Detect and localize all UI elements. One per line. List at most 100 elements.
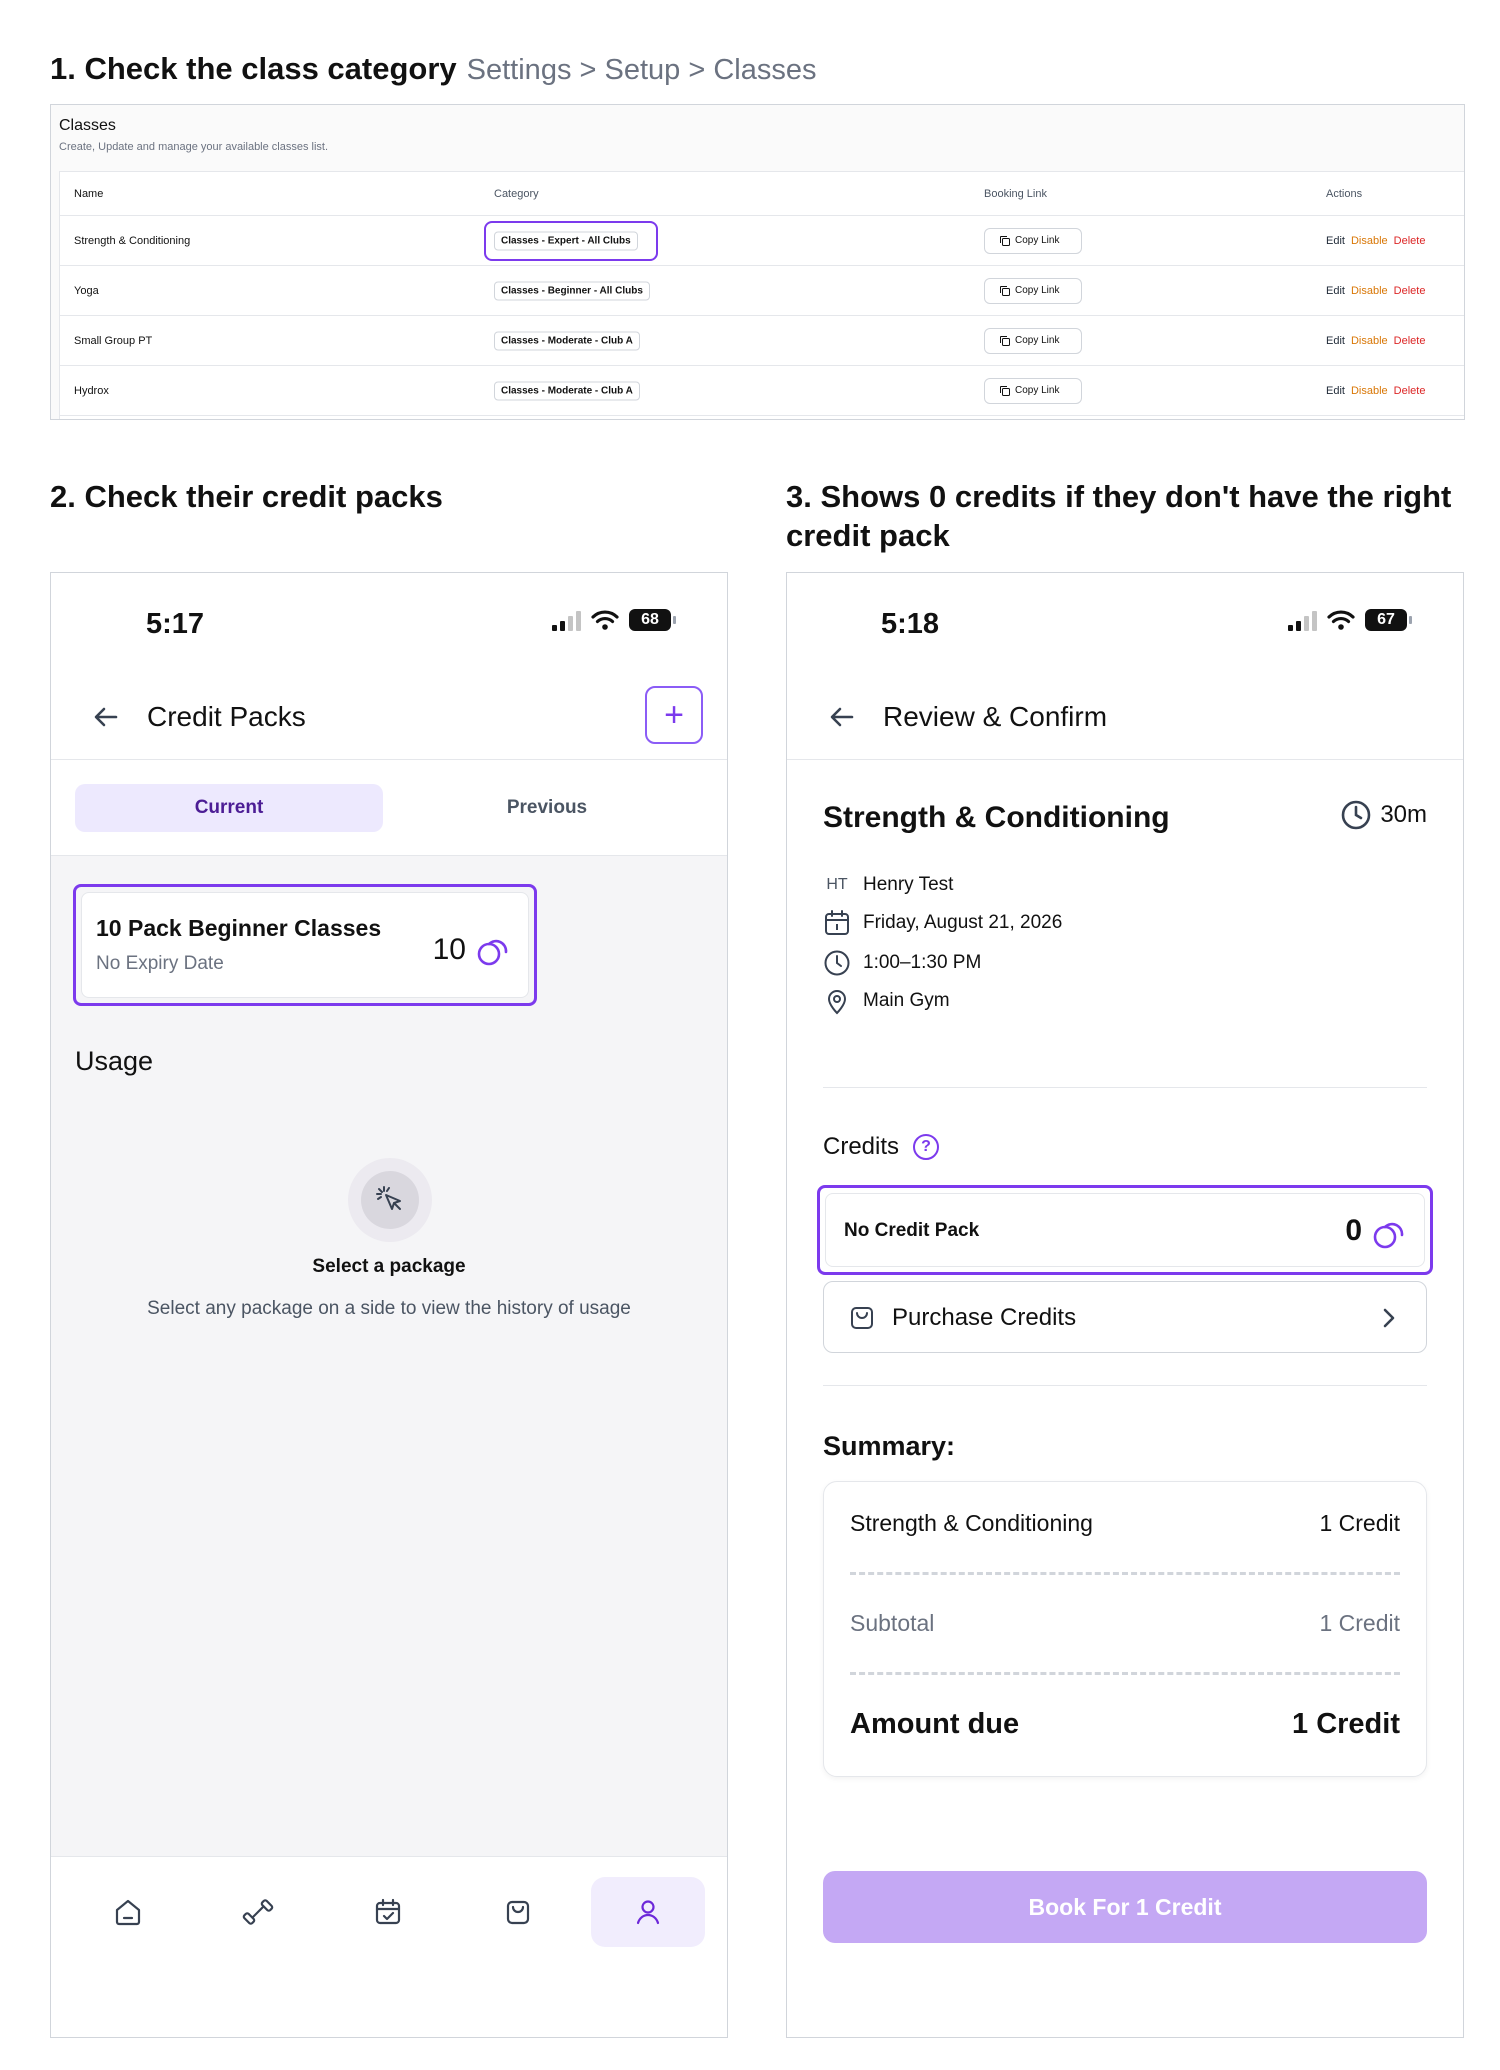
disable-link[interactable]: Disable: [1351, 385, 1388, 397]
disable-link[interactable]: Disable: [1351, 335, 1388, 347]
shopping-bag-icon: [506, 1900, 530, 1925]
column-header-actions: Actions: [1326, 187, 1363, 200]
status-time: 5:18: [881, 608, 940, 640]
location-pin-icon: [827, 990, 847, 1015]
step1-heading: 1. Check the class category Settings > Se…: [50, 50, 816, 89]
nav-home[interactable]: [71, 1877, 185, 1947]
review-confirm-phone: 5:18 67 Review & Confirm Strength & Cond…: [786, 572, 1464, 2038]
delete-link[interactable]: Delete: [1394, 285, 1426, 297]
section-divider: [823, 1087, 1427, 1088]
nav-shop[interactable]: [461, 1877, 575, 1947]
column-header-category: Category: [494, 187, 539, 200]
nav-profile[interactable]: [591, 1877, 705, 1947]
class-duration: 30m: [1340, 799, 1427, 831]
credit-coin-icon: [1373, 1222, 1404, 1249]
disable-link[interactable]: Disable: [1351, 285, 1388, 297]
copy-icon: [1000, 235, 1010, 246]
home-icon: [115, 1899, 141, 1926]
back-arrow-icon[interactable]: [827, 702, 857, 732]
amount-due-value: 1 Credit: [1292, 1708, 1400, 1740]
copy-link-button[interactable]: Copy Link: [984, 327, 1083, 354]
duration-value: 30m: [1380, 801, 1427, 828]
date-row: Friday, August 21, 2026: [823, 909, 1062, 937]
edit-link[interactable]: Edit: [1326, 235, 1345, 247]
classes-title: Classes: [59, 117, 116, 134]
table-row: Strength & Conditioning Classes - Expert…: [60, 216, 1464, 266]
empty-state-description: Select any package on a side to view the…: [147, 1298, 631, 1319]
copy-link-button[interactable]: Copy Link: [984, 377, 1083, 404]
subtotal-value: 1 Credit: [1319, 1610, 1400, 1636]
credit-coin-icon: [477, 939, 508, 966]
column-header-name: Name: [74, 187, 104, 200]
purchase-credits-button[interactable]: Purchase Credits: [823, 1281, 1427, 1353]
tab-previous[interactable]: Previous: [393, 784, 701, 832]
dashed-divider: [850, 1672, 1400, 1675]
classes-table: Name Category Booking Link Actions Stren…: [59, 171, 1464, 419]
clock-icon: [824, 950, 850, 976]
back-arrow-icon[interactable]: [91, 702, 121, 732]
time-row: 1:00–1:30 PM: [823, 949, 981, 977]
disable-link[interactable]: Disable: [1351, 235, 1388, 247]
add-credit-pack-button[interactable]: +: [645, 686, 703, 744]
book-button[interactable]: Book For 1 Credit: [823, 1871, 1427, 1943]
summary-card: Strength & Conditioning 1 Credit Subtota…: [823, 1481, 1427, 1777]
chevron-right-icon: [1383, 1308, 1395, 1328]
tab-current[interactable]: Current: [75, 784, 383, 832]
class-name: Strength & Conditioning: [74, 234, 191, 247]
table-row: Yoga Classes - Beginner - All Clubs Copy…: [60, 266, 1464, 316]
nav-workouts[interactable]: [201, 1877, 315, 1947]
subtotal-row: Subtotal 1 Credit: [850, 1610, 1400, 1637]
usage-title: Usage: [75, 1046, 154, 1076]
cursor-click-icon: [376, 1186, 401, 1210]
step1-title: 1. Check the class category: [50, 51, 457, 86]
attendee-row: HT Henry Test: [823, 871, 953, 899]
wifi-icon: [591, 610, 619, 630]
attendee-name: Henry Test: [863, 874, 954, 895]
location-row: Main Gym: [823, 987, 950, 1015]
credits-label: Credits: [823, 1133, 900, 1160]
bottom-nav: [51, 1856, 727, 2037]
credit-pack-card[interactable]: 10 Pack Beginner Classes No Expiry Date …: [81, 892, 529, 998]
class-title: Strength & Conditioning: [823, 801, 1170, 834]
breadcrumb: Settings > Setup > Classes: [466, 54, 817, 86]
summary-heading: Summary:: [823, 1431, 956, 1461]
tabs-bar: Current Previous: [51, 760, 727, 856]
shopping-bag-icon: [851, 1307, 873, 1329]
edit-link[interactable]: Edit: [1326, 385, 1345, 397]
subtotal-label: Subtotal: [850, 1610, 935, 1636]
copy-icon: [1000, 385, 1010, 396]
summary-item-value: 1 Credit: [1319, 1510, 1400, 1536]
signal-icon: [1288, 609, 1317, 631]
credit-count: 0: [1345, 1214, 1362, 1247]
step3-title-line1: 3. Shows 0 credits if they don't have th…: [786, 479, 1452, 514]
dashed-divider: [850, 1572, 1400, 1575]
status-bar-icons: 67: [1288, 609, 1412, 631]
credits-heading: Credits ?: [823, 1133, 940, 1161]
delete-link[interactable]: Delete: [1394, 335, 1426, 347]
copy-link-button[interactable]: Copy Link: [984, 227, 1083, 254]
no-credit-pack-label: No Credit Pack: [844, 1220, 980, 1241]
attendee-initials: HT: [826, 876, 848, 893]
dumbbell-icon: [242, 1899, 274, 1925]
delete-link[interactable]: Delete: [1394, 235, 1426, 247]
delete-link[interactable]: Delete: [1394, 385, 1426, 397]
page-title: Credit Packs: [147, 701, 306, 732]
copy-link-label: Copy Link: [1015, 385, 1060, 396]
class-time: 1:00–1:30 PM: [863, 952, 982, 973]
edit-link[interactable]: Edit: [1326, 335, 1345, 347]
purchase-credits-label: Purchase Credits: [892, 1304, 1077, 1331]
wifi-icon: [1327, 610, 1355, 630]
class-location: Main Gym: [863, 990, 950, 1011]
table-row: Hydrox Classes - Moderate - Club A Copy …: [60, 366, 1464, 416]
summary-item-row: Strength & Conditioning 1 Credit: [850, 1510, 1400, 1537]
credit-pack-selector[interactable]: No Credit Pack 0: [825, 1193, 1425, 1267]
copy-link-label: Copy Link: [1015, 235, 1060, 246]
copy-link-label: Copy Link: [1015, 285, 1060, 296]
copy-link-button[interactable]: Copy Link: [984, 277, 1083, 304]
help-icon[interactable]: ?: [913, 1134, 940, 1160]
clock-icon: [1342, 800, 1371, 830]
step2-heading: 2. Check their credit packs: [50, 479, 443, 514]
pack-name: 10 Pack Beginner Classes: [96, 915, 382, 941]
edit-link[interactable]: Edit: [1326, 285, 1345, 297]
nav-bookings[interactable]: [331, 1877, 445, 1947]
